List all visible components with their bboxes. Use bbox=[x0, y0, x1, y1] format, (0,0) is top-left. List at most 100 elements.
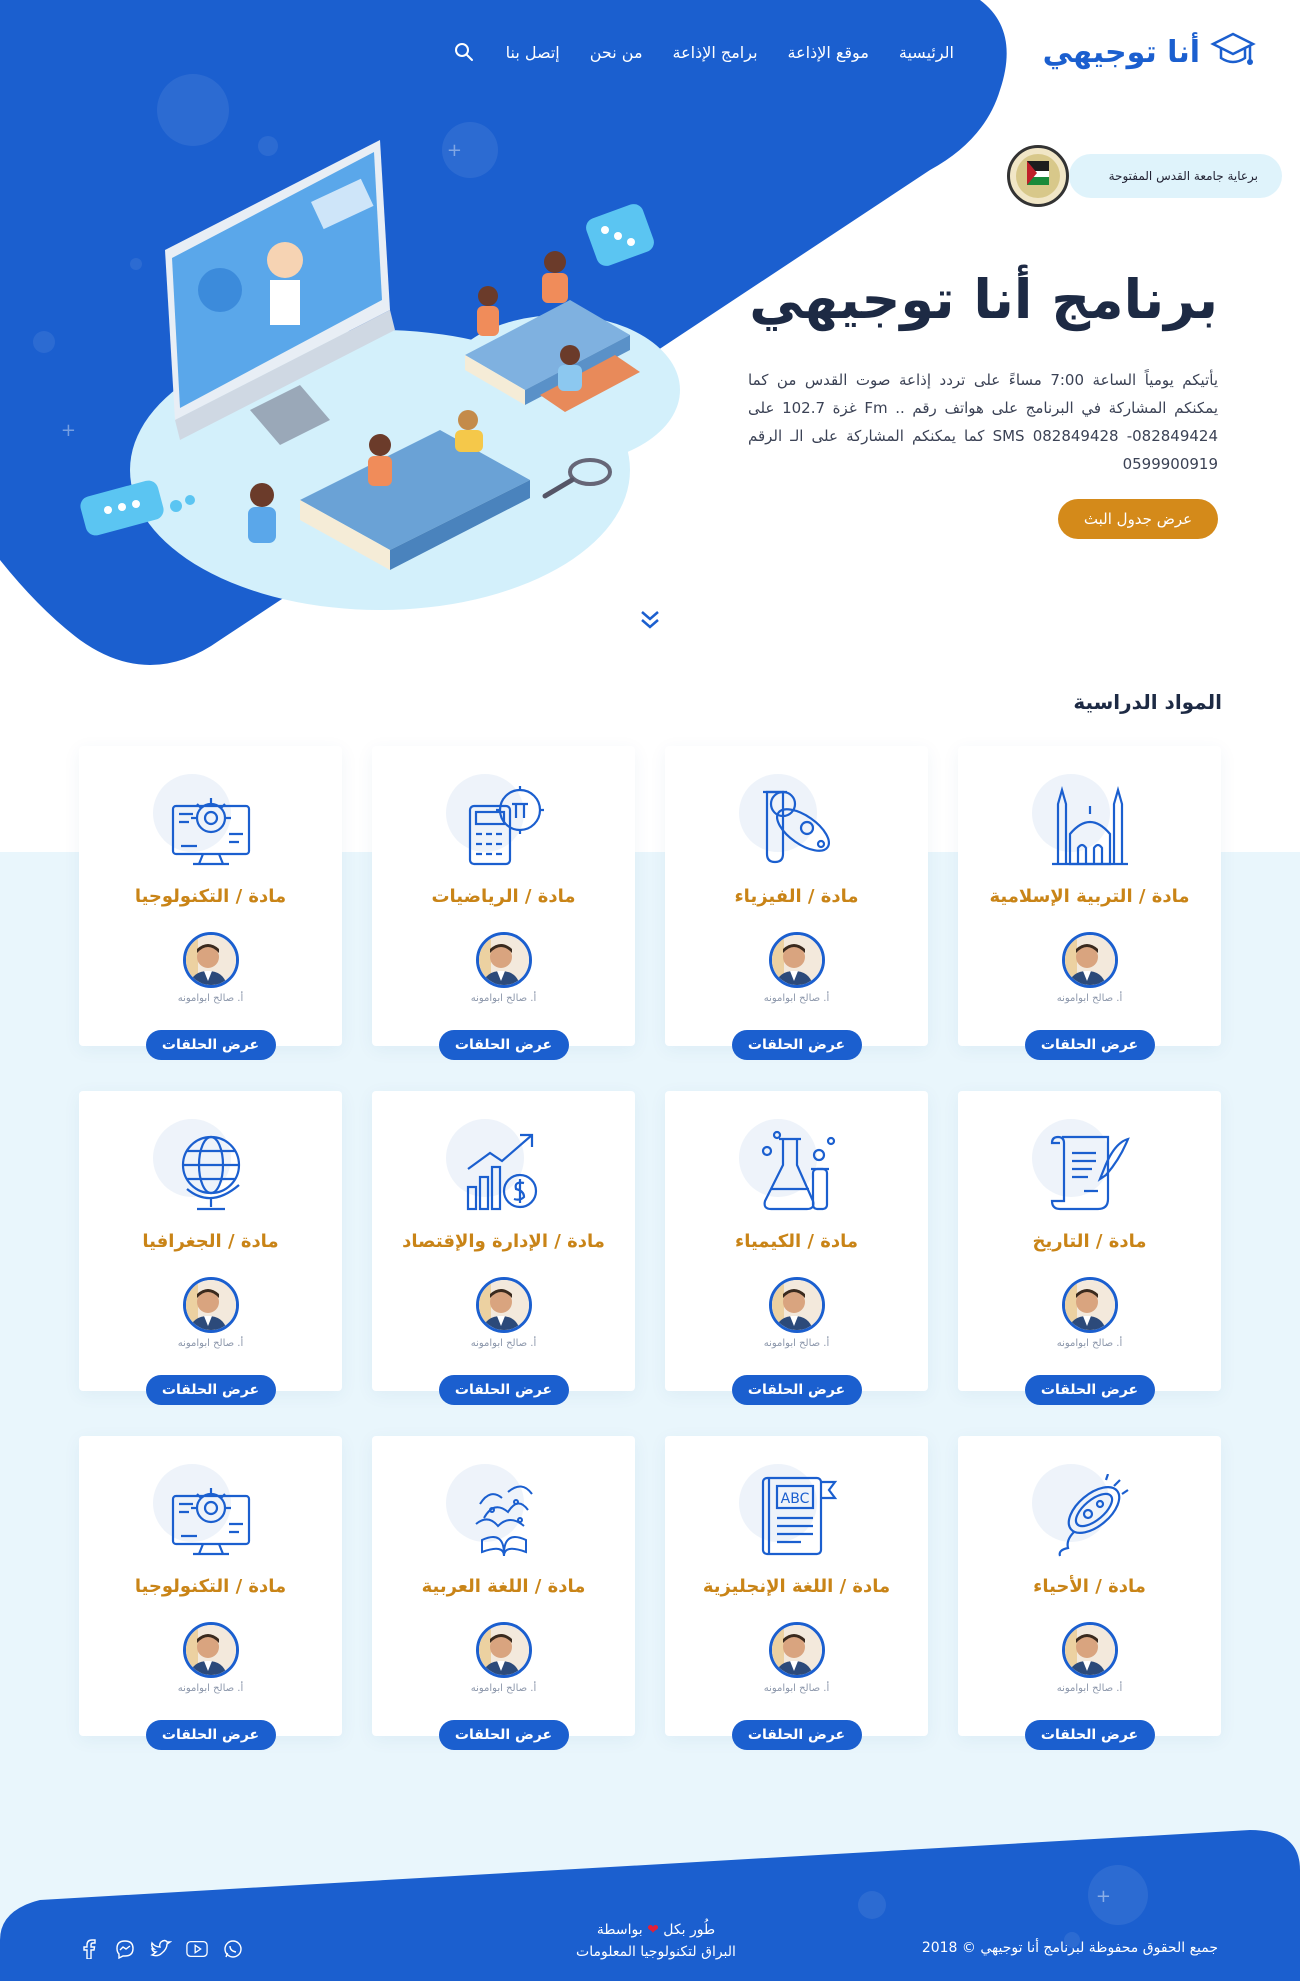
teacher-name: أ. صالح ابوامونه bbox=[1056, 993, 1123, 1004]
subject-card: مادة / الفيزياء أ. صالح ابوامونه عرض الحلق… bbox=[665, 746, 928, 1060]
bacteria-icon bbox=[1048, 1473, 1132, 1558]
teacher-avatar bbox=[182, 1622, 239, 1678]
sponsor-text: برعاية جامعة القدس المفتوحة bbox=[1068, 154, 1282, 198]
view-episodes-button[interactable]: عرض الحلقات bbox=[1024, 1375, 1155, 1405]
view-episodes-button[interactable]: عرض الحلقات bbox=[731, 1375, 862, 1405]
teacher-avatar bbox=[475, 1622, 532, 1678]
teacher-avatar bbox=[1061, 1622, 1118, 1678]
teacher-name: أ. صالح ابوامونه bbox=[763, 1683, 830, 1694]
social-links bbox=[78, 1938, 244, 1960]
brand-logo[interactable]: أنا توجيهي bbox=[1043, 30, 1258, 74]
nav-item-contact[interactable]: إتصل بنا bbox=[506, 43, 560, 62]
university-seal-icon bbox=[1006, 145, 1069, 207]
teacher-name: أ. صالح ابوامونه bbox=[1056, 1338, 1123, 1349]
subject-title: مادة / التاريخ bbox=[1032, 1231, 1147, 1252]
nav-item-about[interactable]: من نحن bbox=[590, 43, 643, 62]
view-episodes-button[interactable]: عرض الحلقات bbox=[438, 1030, 569, 1060]
teacher-avatar bbox=[1061, 1277, 1118, 1333]
subject-title: مادة / اللغة العربية bbox=[421, 1576, 586, 1597]
footer-dev-company[interactable]: البراق لتكنولوجيا المعلومات bbox=[566, 1941, 746, 1963]
facebook-icon[interactable] bbox=[78, 1938, 100, 1960]
scroll-icon bbox=[1048, 1129, 1132, 1213]
heart-icon: ❤ bbox=[647, 1922, 659, 1938]
subject-card: مادة / التكنولوجيا أ. صالح ابوامونه عرض ال… bbox=[79, 746, 342, 1060]
chemistry-icon bbox=[755, 1129, 839, 1213]
teacher-avatar bbox=[182, 1277, 239, 1333]
view-episodes-button[interactable]: عرض الحلقات bbox=[731, 1030, 862, 1060]
subject-card: مادة / الإدارة والإقتصاد أ. صالح ابوامونه… bbox=[372, 1091, 635, 1405]
subjects-grid: مادة / التربية الإسلامية أ. صالح ابوامونه… bbox=[79, 746, 1221, 1750]
svg-text:+: + bbox=[1096, 1886, 1111, 1907]
teacher-avatar bbox=[475, 932, 532, 988]
chevron-double-down-icon[interactable] bbox=[638, 608, 662, 632]
subject-card: مادة / الرياضيات أ. صالح ابوامونه عرض الحل… bbox=[372, 746, 635, 1060]
subject-title: مادة / الجغرافيا bbox=[142, 1231, 279, 1252]
subjects-section-title: المواد الدراسية bbox=[1073, 690, 1222, 714]
teacher-avatar bbox=[182, 932, 239, 988]
hero-title: برنامج أنا توجيهي bbox=[749, 268, 1218, 331]
brand-name: أنا توجيهي bbox=[1042, 34, 1200, 70]
teacher-name: أ. صالح ابوامونه bbox=[470, 1338, 537, 1349]
svg-text:ABC: ABC bbox=[780, 1491, 809, 1507]
view-episodes-button[interactable]: عرض الحلقات bbox=[438, 1375, 569, 1405]
footer-copyright: جميع الحقوق محفوظة لبرنامج أنا توجيهي © … bbox=[921, 1940, 1218, 1956]
view-episodes-button[interactable]: عرض الحلقات bbox=[438, 1720, 569, 1750]
messenger-icon[interactable] bbox=[114, 1938, 136, 1960]
twitter-icon[interactable] bbox=[150, 1938, 172, 1960]
physics-icon bbox=[755, 784, 839, 868]
abc-book-icon: ABC bbox=[755, 1474, 839, 1558]
subject-card: مادة / الأحياء أ. صالح ابوامونه عرض الحلقا… bbox=[958, 1436, 1221, 1750]
subject-title: مادة / الإدارة والإقتصاد bbox=[402, 1231, 605, 1252]
subject-card: مادة / التاريخ أ. صالح ابوامونه عرض الحلقا… bbox=[958, 1091, 1221, 1405]
subject-title: مادة / اللغة الإنجليزية bbox=[702, 1576, 891, 1597]
teacher-name: أ. صالح ابوامونه bbox=[763, 1338, 830, 1349]
search-icon[interactable] bbox=[452, 40, 476, 64]
computer-gear-icon bbox=[169, 784, 253, 868]
view-episodes-button[interactable]: عرض الحلقات bbox=[731, 1720, 862, 1750]
nav-item-station-site[interactable]: موقع الإذاعة bbox=[788, 43, 869, 62]
teacher-name: أ. صالح ابوامونه bbox=[470, 993, 537, 1004]
main-nav: الرئيسية موقع الإذاعة برامج الإذاعة من ن… bbox=[452, 40, 954, 64]
teacher-name: أ. صالح ابوامونه bbox=[1056, 1683, 1123, 1694]
graduation-cap-icon bbox=[1208, 30, 1258, 74]
footer-dev-text-b: بواسطة bbox=[596, 1922, 643, 1938]
subject-title: مادة / الكيمياء bbox=[735, 1231, 858, 1252]
footer-developer-credit: طُور بكل ❤ بواسطة البراق لتكنولوجيا المع… bbox=[566, 1919, 746, 1963]
teacher-avatar bbox=[768, 932, 825, 988]
growth-chart-icon bbox=[462, 1129, 546, 1213]
subject-card: ABC مادة / اللغة الإنجليزية أ. صالح ابوامو… bbox=[665, 1436, 928, 1750]
teacher-name: أ. صالح ابوامونه bbox=[177, 1683, 244, 1694]
subject-card: مادة / التربية الإسلامية أ. صالح ابوامونه… bbox=[958, 746, 1221, 1060]
subject-card: مادة / الكيمياء أ. صالح ابوامونه عرض الحلق… bbox=[665, 1091, 928, 1405]
mosque-icon bbox=[1048, 784, 1132, 868]
subject-card: مادة / التكنولوجيا أ. صالح ابوامونه عرض ال… bbox=[79, 1436, 342, 1750]
subject-title: مادة / التربية الإسلامية bbox=[989, 886, 1190, 907]
view-episodes-button[interactable]: عرض الحلقات bbox=[1024, 1030, 1155, 1060]
subject-title: مادة / التكنولوجيا bbox=[134, 1576, 287, 1597]
subject-card: مادة / الجغرافيا أ. صالح ابوامونه عرض الحل… bbox=[79, 1091, 342, 1405]
youtube-icon[interactable] bbox=[186, 1938, 208, 1960]
view-episodes-button[interactable]: عرض الحلقات bbox=[145, 1375, 276, 1405]
nav-item-home[interactable]: الرئيسية bbox=[899, 43, 954, 62]
arabic-book-icon bbox=[462, 1474, 546, 1558]
teacher-name: أ. صالح ابوامونه bbox=[177, 1338, 244, 1349]
teacher-avatar bbox=[768, 1277, 825, 1333]
view-episodes-button[interactable]: عرض الحلقات bbox=[145, 1030, 276, 1060]
footer-dev-text-a: طُور بكل bbox=[663, 1922, 716, 1938]
teacher-name: أ. صالح ابوامونه bbox=[177, 993, 244, 1004]
subject-title: مادة / الأحياء bbox=[1033, 1576, 1146, 1597]
view-episodes-button[interactable]: عرض الحلقات bbox=[1024, 1720, 1155, 1750]
teacher-name: أ. صالح ابوامونه bbox=[763, 993, 830, 1004]
broadcast-schedule-button[interactable]: عرض جدول البث bbox=[1058, 499, 1218, 539]
whatsapp-icon[interactable] bbox=[222, 1938, 244, 1960]
view-episodes-button[interactable]: عرض الحلقات bbox=[145, 1720, 276, 1750]
globe-icon bbox=[169, 1129, 253, 1213]
teacher-avatar bbox=[1061, 932, 1118, 988]
teacher-avatar bbox=[475, 1277, 532, 1333]
teacher-name: أ. صالح ابوامونه bbox=[470, 1683, 537, 1694]
nav-item-station-programs[interactable]: برامج الإذاعة bbox=[673, 43, 758, 62]
sponsor-badge: برعاية جامعة القدس المفتوحة bbox=[1006, 145, 1282, 207]
subject-title: مادة / الفيزياء bbox=[734, 886, 859, 907]
subject-title: مادة / الرياضيات bbox=[431, 886, 576, 907]
computer-gear-icon bbox=[169, 1474, 253, 1558]
